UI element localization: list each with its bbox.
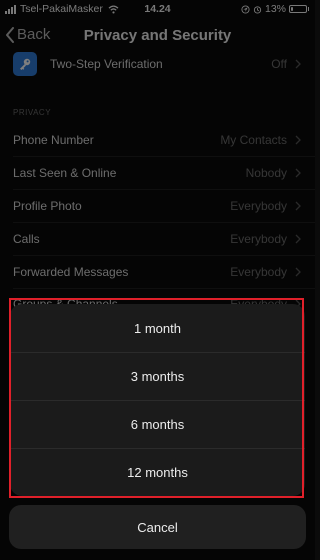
option-3-months[interactable]: 3 months [10,352,305,400]
action-sheet: 1 month 3 months 6 months 12 months [10,304,305,496]
option-12-months[interactable]: 12 months [10,448,305,496]
option-1-month[interactable]: 1 month [10,304,305,352]
option-6-months[interactable]: 6 months [10,400,305,448]
cancel-button[interactable]: Cancel [9,505,306,549]
